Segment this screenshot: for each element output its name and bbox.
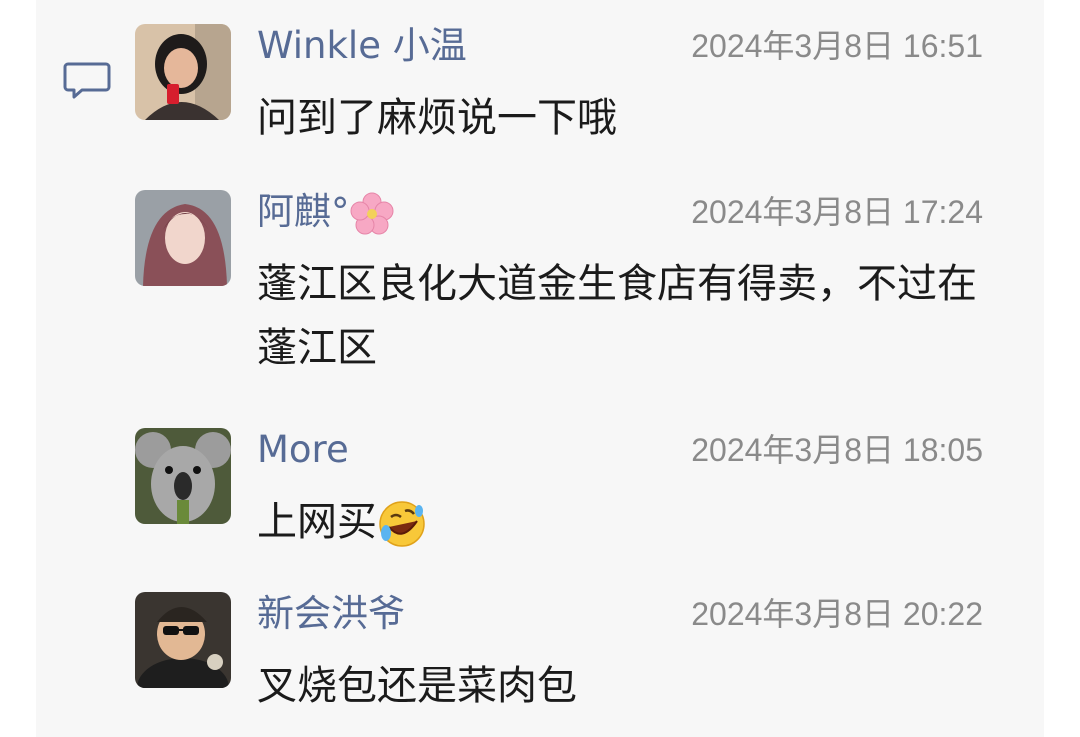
commenter-name[interactable]: Winkle 小温 xyxy=(257,22,467,70)
comment-timestamp: 2024年3月8日 16:51 xyxy=(691,28,983,64)
avatar[interactable] xyxy=(135,592,231,688)
cherry-blossom-emoji xyxy=(350,192,393,234)
comment-text: 问到了麻烦说一下哦 xyxy=(257,95,617,141)
comment-timestamp: 2024年3月8日 17:24 xyxy=(691,194,983,230)
comment-timestamp: 2024年3月8日 20:22 xyxy=(691,596,983,632)
avatar[interactable] xyxy=(135,428,231,524)
rolling-on-floor-laughing-emoji xyxy=(379,501,425,547)
comment-text: 叉烧包还是菜肉包 xyxy=(257,663,577,709)
comment-text-body: 上网买 xyxy=(257,499,377,545)
avatar[interactable] xyxy=(135,190,231,286)
comment-timestamp: 2024年3月8日 18:05 xyxy=(691,432,983,468)
commenter-name-text: 阿麒° xyxy=(257,190,350,233)
comment-text: 上网买 xyxy=(257,490,997,554)
commenter-name[interactable]: 阿麒° xyxy=(257,188,394,236)
commenter-name[interactable]: 新会洪爷 xyxy=(257,590,405,638)
commenter-name[interactable]: More xyxy=(257,426,349,474)
comment-text: 蓬江区良化大道金生食店有得卖，不过在蓬江区 xyxy=(257,261,977,371)
comment-icon xyxy=(63,62,111,99)
avatar[interactable] xyxy=(135,24,231,120)
